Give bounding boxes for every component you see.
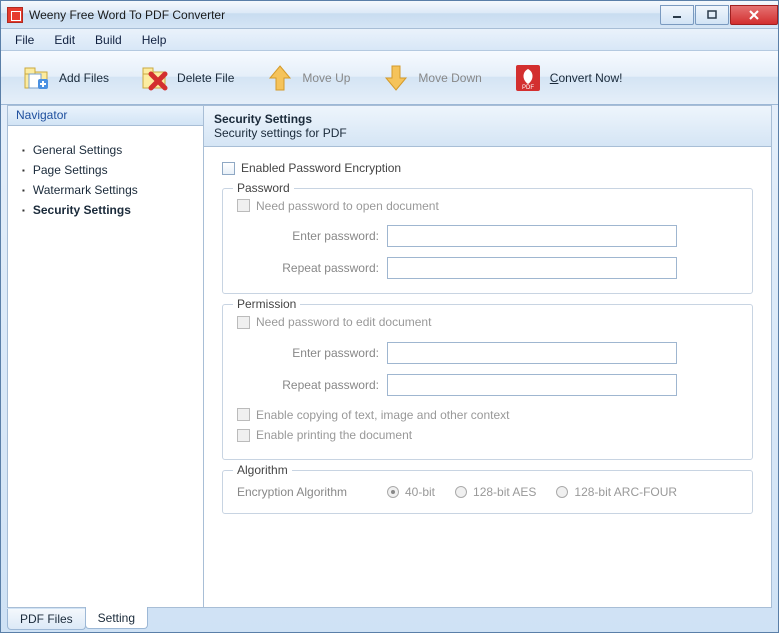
folder-delete-icon (139, 62, 171, 94)
algorithm-128arcfour-label: 128-bit ARC-FOUR (574, 485, 677, 499)
add-files-button[interactable]: Add Files (7, 56, 123, 100)
content-area: Navigator General Settings Page Settings… (7, 105, 772, 608)
edit-enter-password-label: Enter password: (237, 346, 387, 360)
permission-group: Permission Need password to edit documen… (222, 304, 753, 460)
need-edit-password-label: Need password to edit document (256, 315, 431, 329)
window-title: Weeny Free Word To PDF Converter (29, 8, 225, 22)
toolbar: Add Files Delete File Move Up Move Down … (1, 51, 778, 105)
panel-title: Security Settings (214, 112, 761, 126)
nav-item-general[interactable]: General Settings (18, 140, 193, 160)
need-edit-password-checkbox[interactable]: Need password to edit document (237, 315, 431, 329)
delete-file-label: Delete File (177, 71, 234, 85)
convert-now-label: CConvert Now!onvert Now! (550, 71, 623, 85)
add-files-label: Add Files (59, 71, 109, 85)
bottom-tabs: PDF Files Setting (1, 608, 778, 632)
algorithm-128aes-label: 128-bit AES (473, 485, 536, 499)
main-panel: Security Settings Security settings for … (204, 106, 771, 607)
open-repeat-password-row: Repeat password: (237, 257, 738, 279)
app-window: Weeny Free Word To PDF Converter File Ed… (0, 0, 779, 633)
arrow-up-icon (264, 62, 296, 94)
nav-item-security[interactable]: Security Settings (18, 200, 193, 220)
algorithm-group: Algorithm Encryption Algorithm 40-bit 12… (222, 470, 753, 514)
window-controls (660, 5, 778, 25)
checkbox-icon (237, 199, 250, 212)
radio-icon (455, 486, 467, 498)
open-enter-password-label: Enter password: (237, 229, 387, 243)
edit-repeat-password-label: Repeat password: (237, 378, 387, 392)
open-repeat-password-input[interactable] (387, 257, 677, 279)
folder-add-icon (21, 62, 53, 94)
enable-copy-label: Enable copying of text, image and other … (256, 408, 510, 422)
need-open-password-checkbox[interactable]: Need password to open document (237, 199, 439, 213)
checkbox-icon (237, 408, 250, 421)
panel-subtitle: Security settings for PDF (214, 126, 761, 140)
password-group: Password Need password to open document … (222, 188, 753, 295)
close-icon (748, 10, 760, 20)
enable-print-checkbox[interactable]: Enable printing the document (237, 428, 412, 442)
menu-help[interactable]: Help (132, 30, 177, 50)
navigator-list: General Settings Page Settings Watermark… (8, 126, 203, 234)
menu-edit[interactable]: Edit (44, 30, 85, 50)
edit-repeat-password-row: Repeat password: (237, 374, 738, 396)
convert-now-button[interactable]: PDF CConvert Now!onvert Now! (498, 56, 637, 100)
panel-body: Enabled Password Encryption Password Nee… (204, 147, 771, 528)
password-legend: Password (233, 181, 294, 195)
algorithm-legend: Algorithm (233, 463, 292, 477)
move-down-label: Move Down (418, 71, 481, 85)
maximize-button[interactable] (695, 5, 729, 25)
tab-setting[interactable]: Setting (85, 607, 148, 629)
need-open-password-label: Need password to open document (256, 199, 439, 213)
radio-icon (556, 486, 568, 498)
menu-build[interactable]: Build (85, 30, 132, 50)
navigator-panel: Navigator General Settings Page Settings… (8, 106, 204, 607)
close-button[interactable] (730, 5, 778, 25)
algorithm-label: Encryption Algorithm (237, 485, 387, 499)
menubar: File Edit Build Help (1, 29, 778, 51)
open-enter-password-row: Enter password: (237, 225, 738, 247)
titlebar: Weeny Free Word To PDF Converter (1, 1, 778, 29)
checkbox-icon (222, 162, 235, 175)
app-icon (7, 7, 23, 23)
edit-repeat-password-input[interactable] (387, 374, 677, 396)
algorithm-40bit-label: 40-bit (405, 485, 435, 499)
minimize-button[interactable] (660, 5, 694, 25)
panel-header: Security Settings Security settings for … (204, 106, 771, 147)
delete-file-button[interactable]: Delete File (125, 56, 248, 100)
maximize-icon (707, 10, 717, 20)
permission-legend: Permission (233, 297, 300, 311)
tab-pdf-files[interactable]: PDF Files (7, 609, 86, 630)
nav-item-page[interactable]: Page Settings (18, 160, 193, 180)
enable-encryption-checkbox[interactable]: Enabled Password Encryption (222, 161, 401, 175)
navigator-header: Navigator (8, 106, 203, 126)
arrow-down-icon (380, 62, 412, 94)
enable-encryption-label: Enabled Password Encryption (241, 161, 401, 175)
algorithm-128aes-radio[interactable]: 128-bit AES (455, 485, 536, 499)
algorithm-128arcfour-radio[interactable]: 128-bit ARC-FOUR (556, 485, 677, 499)
nav-item-watermark[interactable]: Watermark Settings (18, 180, 193, 200)
move-up-button[interactable]: Move Up (250, 56, 364, 100)
pdf-icon: PDF (512, 62, 544, 94)
enable-copy-checkbox[interactable]: Enable copying of text, image and other … (237, 408, 510, 422)
menu-file[interactable]: File (5, 30, 44, 50)
open-repeat-password-label: Repeat password: (237, 261, 387, 275)
radio-icon (387, 486, 399, 498)
move-down-button[interactable]: Move Down (366, 56, 495, 100)
edit-enter-password-row: Enter password: (237, 342, 738, 364)
move-up-label: Move Up (302, 71, 350, 85)
algorithm-40bit-radio[interactable]: 40-bit (387, 485, 435, 499)
checkbox-icon (237, 429, 250, 442)
svg-text:PDF: PDF (522, 85, 534, 91)
edit-enter-password-input[interactable] (387, 342, 677, 364)
minimize-icon (672, 10, 682, 20)
open-enter-password-input[interactable] (387, 225, 677, 247)
checkbox-icon (237, 316, 250, 329)
enable-print-label: Enable printing the document (256, 428, 412, 442)
